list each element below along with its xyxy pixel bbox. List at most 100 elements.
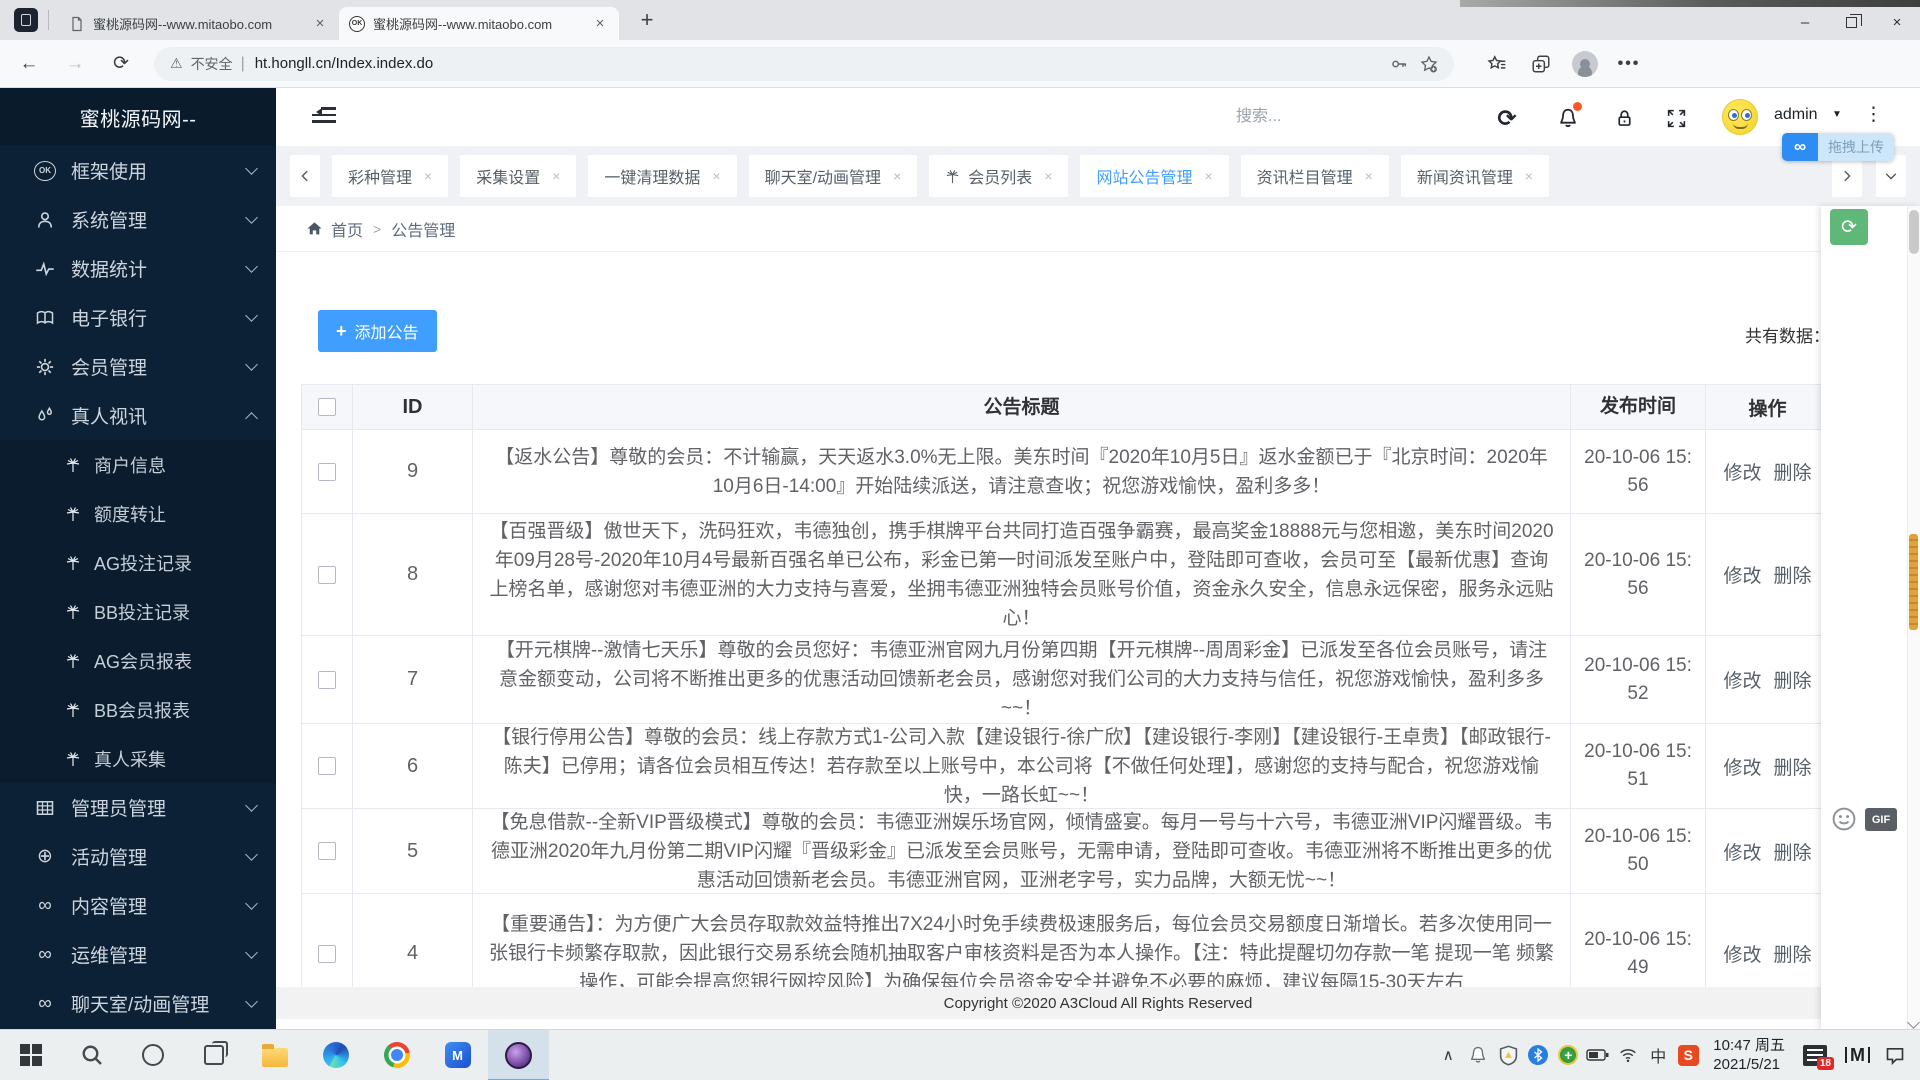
tab-clean-data[interactable]: 一键清理数据 ×	[588, 155, 737, 197]
pinned-tab-icon[interactable]	[14, 8, 38, 32]
s-app-tray-icon[interactable]: S	[1673, 1030, 1703, 1080]
drag-upload-widget[interactable]: ∞ 拖拽上传	[1782, 133, 1894, 161]
wifi-icon[interactable]	[1613, 1030, 1643, 1080]
sidebar-subitem-quota-transfer[interactable]: 额度转让	[0, 489, 276, 538]
tabs-scroll-left-icon[interactable]	[290, 155, 320, 197]
refresh-icon[interactable]: ⟳	[1493, 104, 1521, 132]
header-more-icon[interactable]: ⋮	[1864, 103, 1883, 126]
sidebar-item-system[interactable]: 系统管理	[0, 195, 276, 244]
sidebar-item-content[interactable]: ∞ 内容管理	[0, 881, 276, 930]
delete-link[interactable]: 删除	[1774, 666, 1812, 693]
delete-link[interactable]: 删除	[1774, 753, 1812, 780]
minimize-button[interactable]: –	[1782, 7, 1828, 37]
gif-icon[interactable]: GIF	[1865, 808, 1897, 831]
action-center-icon[interactable]	[1880, 1030, 1910, 1080]
edit-link[interactable]: 修改	[1723, 458, 1761, 485]
antivirus-icon[interactable]: +	[1553, 1030, 1583, 1080]
sidebar-subitem-ag-bets[interactable]: AG投注记录	[0, 538, 276, 587]
sidebar-item-statistics[interactable]: 数据统计	[0, 244, 276, 293]
delete-link[interactable]: 删除	[1774, 458, 1812, 485]
favorites-bar-icon[interactable]	[1482, 49, 1512, 79]
sidebar-subitem-live-collect[interactable]: 真人采集	[0, 734, 276, 783]
battery-icon[interactable]	[1583, 1030, 1613, 1080]
edge-browser-icon[interactable]	[305, 1030, 366, 1080]
start-button[interactable]	[0, 1030, 61, 1080]
taskbar-search-icon[interactable]	[61, 1030, 122, 1080]
browser-profile-avatar[interactable]	[1570, 49, 1600, 79]
row-checkbox[interactable]	[318, 462, 336, 481]
add-announcement-button[interactable]: + 添加公告	[318, 310, 437, 352]
sidebar-subitem-bb-report[interactable]: BB会员报表	[0, 685, 276, 734]
ime-language-icon[interactable]: 中	[1643, 1030, 1673, 1080]
search-input[interactable]	[1236, 101, 1486, 133]
browser-menu-dots-icon[interactable]: •••	[1614, 49, 1644, 79]
ime-mode-icon[interactable]: M	[1845, 1046, 1870, 1064]
sidebar-item-admins[interactable]: 管理员管理	[0, 783, 276, 832]
tab-news-manage[interactable]: 新闻资讯管理 ×	[1400, 155, 1550, 197]
browser-tab-1[interactable]: 蜜桃源码网--www.mitaobo.com ×	[59, 7, 339, 40]
notification-bell-icon[interactable]	[1554, 102, 1582, 132]
edit-link[interactable]: 修改	[1723, 940, 1761, 967]
security-shield-icon[interactable]	[1493, 1030, 1523, 1080]
sidebar-item-framework[interactable]: OK 框架使用	[0, 146, 276, 195]
panel-refresh-button[interactable]: ⟳	[1830, 209, 1868, 245]
tab-member-list[interactable]: 会员列表 ×	[929, 155, 1069, 197]
tab-close-icon[interactable]: ×	[591, 15, 609, 33]
row-checkbox[interactable]	[318, 670, 336, 689]
taskbar-clock[interactable]: 10:47 周五 2021/5/21	[1713, 1036, 1785, 1075]
tab-close-icon[interactable]: ×	[893, 168, 901, 184]
username[interactable]: admin	[1774, 106, 1818, 124]
sidebar-item-ebank[interactable]: 电子银行	[0, 293, 276, 342]
edit-link[interactable]: 修改	[1723, 666, 1761, 693]
collapse-menu-icon[interactable]	[312, 107, 336, 127]
blue-app-icon[interactable]: M	[427, 1030, 488, 1080]
back-button[interactable]: ←	[12, 47, 46, 81]
sidebar-item-chatroom[interactable]: ∞ 聊天室/动画管理	[0, 979, 276, 1028]
edit-link[interactable]: 修改	[1723, 753, 1761, 780]
reload-button[interactable]: ⟳	[104, 47, 138, 81]
breadcrumb-home[interactable]: 首页	[331, 217, 363, 241]
tab-close-icon[interactable]: ×	[311, 15, 329, 33]
edit-link[interactable]: 修改	[1723, 561, 1761, 588]
sidebar-item-activities[interactable]: ⊕ 活动管理	[0, 832, 276, 881]
sidebar-subitem-merchant-info[interactable]: 商户信息	[0, 440, 276, 489]
sidebar-item-ops[interactable]: ∞ 运维管理	[0, 930, 276, 979]
close-window-button[interactable]: ×	[1874, 7, 1920, 37]
tab-close-icon[interactable]: ×	[424, 168, 432, 184]
tab-close-icon[interactable]: ×	[1525, 168, 1533, 184]
file-explorer-icon[interactable]	[244, 1030, 305, 1080]
chrome-browser-icon[interactable]	[366, 1030, 427, 1080]
add-favorite-star-icon[interactable]	[1414, 49, 1444, 79]
fullscreen-icon[interactable]	[1662, 104, 1690, 132]
row-checkbox[interactable]	[318, 842, 336, 860]
row-checkbox[interactable]	[318, 565, 336, 584]
forward-button[interactable]: →	[58, 47, 92, 81]
active-app-icon[interactable]	[488, 1029, 549, 1080]
tab-close-icon[interactable]: ×	[712, 168, 720, 184]
task-view-icon[interactable]	[183, 1030, 244, 1080]
tabs-scroll-right-icon[interactable]	[1832, 155, 1862, 197]
browser-tab-2-active[interactable]: OK 蜜桃源码网--www.mitaobo.com ×	[339, 7, 619, 40]
scroll-down-icon[interactable]	[1907, 1016, 1920, 1029]
bluetooth-icon[interactable]	[1523, 1030, 1553, 1080]
panel-scrollbar[interactable]	[1907, 206, 1920, 1031]
password-key-icon[interactable]	[1384, 49, 1414, 79]
user-dropdown-caret-icon[interactable]: ▼	[1832, 109, 1842, 120]
emoji-icon[interactable]	[1831, 806, 1857, 832]
address-bar[interactable]: ⚠ 不安全 | ht.hongll.cn/Index.index.do	[154, 46, 1454, 81]
restore-button[interactable]	[1828, 7, 1874, 37]
sidebar-item-members[interactable]: 会员管理	[0, 342, 276, 391]
tab-chatroom-manage[interactable]: 聊天室/动画管理 ×	[748, 155, 918, 197]
select-all-checkbox[interactable]	[318, 398, 336, 416]
row-checkbox[interactable]	[318, 757, 336, 775]
edit-link[interactable]: 修改	[1723, 838, 1761, 865]
tab-close-icon[interactable]: ×	[1204, 168, 1212, 184]
user-avatar[interactable]	[1722, 99, 1758, 135]
tray-bell-icon[interactable]	[1463, 1030, 1493, 1080]
tab-close-icon[interactable]: ×	[1365, 168, 1373, 184]
delete-link[interactable]: 删除	[1774, 940, 1812, 967]
sidebar-subitem-bb-bets[interactable]: BB投注记录	[0, 587, 276, 636]
collections-icon[interactable]	[1526, 49, 1556, 79]
tab-news-category[interactable]: 资讯栏目管理 ×	[1240, 155, 1389, 197]
sidebar-subitem-ag-report[interactable]: AG会员报表	[0, 636, 276, 685]
